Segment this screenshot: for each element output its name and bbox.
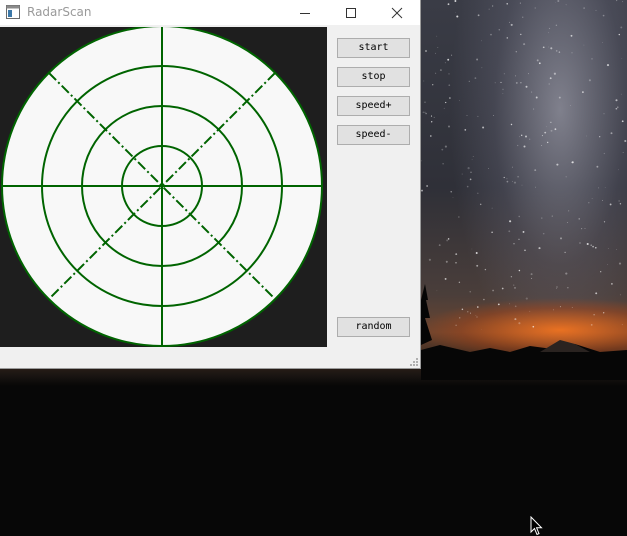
resize-grip-icon[interactable] (409, 357, 419, 367)
minimize-icon (300, 12, 310, 14)
app-window-icon (6, 5, 20, 19)
start-button[interactable]: start (337, 38, 410, 58)
close-button[interactable] (374, 0, 420, 25)
stop-button[interactable]: stop (337, 67, 410, 87)
close-icon (391, 7, 403, 18)
maximize-icon (346, 7, 356, 18)
minimize-button[interactable] (282, 0, 328, 25)
maximize-button[interactable] (328, 0, 374, 25)
speed-up-button[interactable]: speed+ (337, 96, 410, 116)
window-title: RadarScan (27, 5, 92, 19)
speed-down-button[interactable]: speed- (337, 125, 410, 145)
random-button[interactable]: random (337, 317, 410, 337)
radarscan-window[interactable]: RadarScan start stop speed+ speed- rando… (0, 0, 421, 369)
title-bar[interactable]: RadarScan (0, 0, 420, 25)
radar-display (0, 27, 327, 347)
radar-scope (1, 27, 323, 347)
arrow-cursor-icon (530, 516, 543, 536)
